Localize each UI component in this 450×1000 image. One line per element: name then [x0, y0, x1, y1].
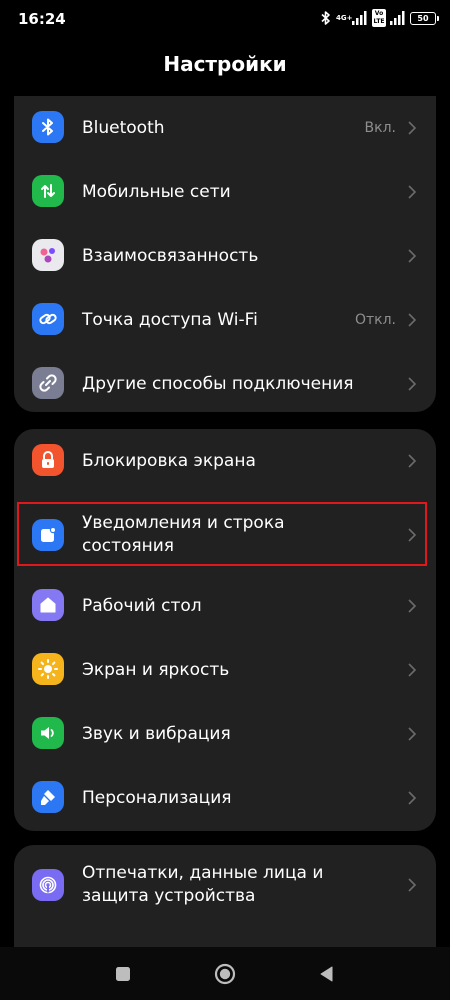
settings-item-mobile-networks[interactable]: Мобильные сети: [14, 160, 436, 224]
settings-item-label: Другие способы подключения: [82, 373, 354, 394]
settings-item-label: Точка доступа Wi-Fi: [82, 309, 258, 330]
triangle-back-icon: [320, 966, 333, 982]
brush-icon: [32, 781, 64, 813]
settings-item-label: Экран и яркость: [82, 659, 230, 680]
settings-item-label: Мобильные сети: [82, 181, 231, 202]
fingerprint-icon: [32, 869, 64, 901]
settings-item-value: Вкл.: [364, 120, 396, 136]
notification-icon: [32, 519, 64, 551]
chevron-right-icon: [408, 313, 417, 327]
settings-item-wifi-hotspot[interactable]: Точка доступа Wi-Fi Откл.: [14, 288, 436, 352]
bluetooth-status-icon: [321, 11, 330, 25]
chevron-right-icon: [408, 454, 417, 468]
connectivity-icon: [32, 239, 64, 271]
link-icon: [32, 367, 64, 399]
settings-item-home-screen[interactable]: Рабочий стол: [14, 574, 436, 638]
chevron-right-icon: [408, 878, 417, 892]
connections-card: Bluetooth Вкл. Мобильные сети Взаимосвяз…: [14, 96, 436, 412]
chevron-right-icon: [408, 599, 417, 613]
chevron-right-icon: [408, 663, 417, 677]
settings-item-label: Рабочий стол: [82, 595, 202, 616]
settings-item-personalization[interactable]: Персонализация: [14, 766, 436, 830]
settings-item-label: Звук и вибрация: [82, 723, 231, 744]
status-bar: 16:24 4G+ Vo LTE 50: [0, 0, 450, 36]
security-card: Отпечатки, данные лица и защита устройст…: [14, 845, 436, 947]
status-icons: 4G+ Vo LTE 50: [320, 8, 439, 28]
chevron-right-icon: [408, 185, 417, 199]
signal-icon-2: [390, 11, 405, 25]
battery-icon: 50: [410, 11, 439, 25]
settings-item-label: Блокировка экрана: [82, 450, 256, 471]
settings-item-connectivity[interactable]: Взаимосвязанность: [14, 224, 436, 288]
bluetooth-icon: [32, 111, 64, 143]
battery-level: 50: [417, 13, 429, 23]
settings-item-bluetooth[interactable]: Bluetooth Вкл.: [14, 96, 436, 160]
mobile-data-icon: [32, 175, 64, 207]
chevron-right-icon: [408, 121, 417, 135]
status-time: 16:24: [18, 10, 66, 28]
navigation-bar: [0, 947, 450, 1000]
page-title: Настройки: [163, 52, 287, 76]
settings-item-sound-vibration[interactable]: Звук и вибрация: [14, 702, 436, 766]
settings-item-label: Отпечатки, данные лица и защита устройст…: [82, 863, 324, 906]
lock-icon: [32, 444, 64, 476]
signal-icon-1: [352, 11, 367, 25]
circle-icon: [214, 963, 236, 985]
settings-item-display-brightness[interactable]: Экран и яркость: [14, 638, 436, 702]
chevron-right-icon: [408, 727, 417, 741]
chevron-right-icon: [408, 791, 417, 805]
display-card: Блокировка экрана Уведомления и строка с…: [14, 429, 436, 831]
settings-item-value: Откл.: [354, 312, 396, 328]
settings-item-label: Персонализация: [82, 787, 232, 808]
network-type: 4G+: [336, 14, 353, 22]
brightness-icon: [32, 653, 64, 685]
home-button[interactable]: [210, 959, 240, 989]
settings-item-label: Bluetooth: [82, 117, 165, 138]
settings-item-other-connections[interactable]: Другие способы подключения: [14, 352, 436, 412]
settings-item-label: Взаимосвязанность: [82, 245, 259, 266]
square-icon: [116, 967, 130, 981]
home-icon: [32, 589, 64, 621]
chevron-right-icon: [408, 377, 417, 391]
chevron-right-icon: [408, 528, 417, 542]
settings-item-fingerprint-face[interactable]: Отпечатки, данные лица и защита устройст…: [14, 850, 436, 920]
settings-item-notifications[interactable]: Уведомления и строка состояния: [14, 500, 436, 570]
back-button[interactable]: [312, 959, 342, 989]
sound-icon: [32, 717, 64, 749]
volte-badge: Vo LTE: [372, 9, 386, 27]
chevron-right-icon: [408, 249, 417, 263]
hotspot-icon: [32, 303, 64, 335]
settings-item-lock-screen[interactable]: Блокировка экрана: [14, 429, 436, 493]
recent-apps-button[interactable]: [108, 959, 138, 989]
settings-item-label: Уведомления и строка состояния: [82, 513, 285, 556]
